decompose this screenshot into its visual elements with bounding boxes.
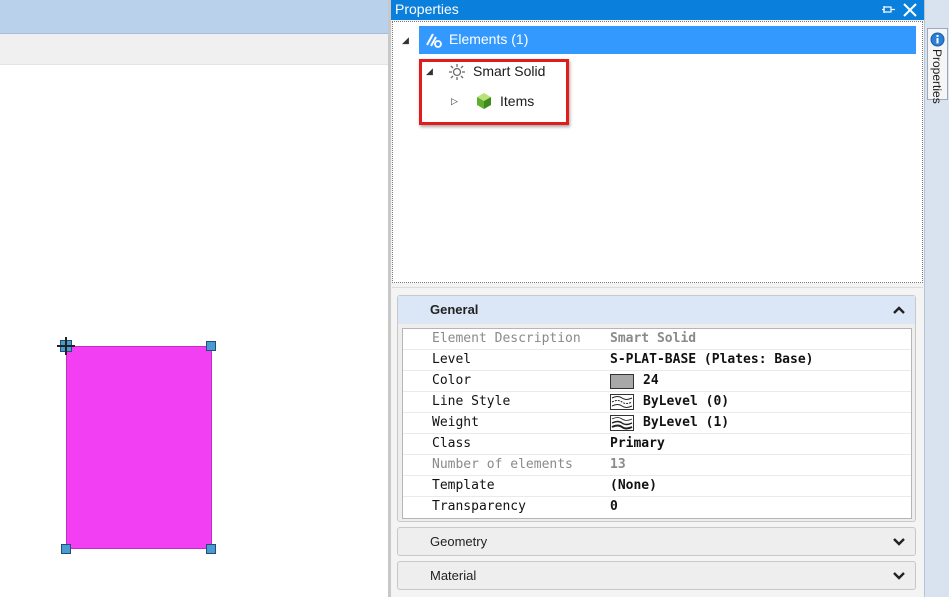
prop-value: 0 bbox=[610, 499, 618, 514]
properties-panel: Properties ◢ Elements (1) ◢ Smart Solid … bbox=[391, 0, 924, 597]
collapse-triangle-icon[interactable]: ◢ bbox=[402, 36, 409, 46]
corner-handle-top-right[interactable] bbox=[206, 341, 216, 351]
prop-row-transparency[interactable]: Transparency 0 bbox=[403, 497, 911, 518]
tree-item-items[interactable]: Items bbox=[471, 88, 571, 116]
side-tab-strip: Properties bbox=[924, 0, 949, 597]
properties-side-tab[interactable]: Properties bbox=[927, 28, 948, 104]
collapse-triangle-icon[interactable]: ◢ bbox=[426, 67, 433, 77]
elements-icon bbox=[426, 33, 442, 48]
general-property-grid: Element Description Smart Solid Level S-… bbox=[402, 328, 912, 519]
prop-name: Weight bbox=[432, 415, 479, 430]
selected-smart-solid-shape[interactable] bbox=[66, 346, 212, 549]
prop-row-line-style[interactable]: Line Style ByLevel (0) bbox=[403, 392, 911, 413]
section-label: Material bbox=[430, 568, 477, 583]
app-window: Properties ◢ Elements (1) ◢ Smart Solid … bbox=[0, 0, 949, 597]
tree-item-label: Elements (1) bbox=[449, 31, 529, 47]
items-cube-icon bbox=[477, 93, 491, 109]
prop-row-class[interactable]: Class Primary bbox=[403, 434, 911, 455]
prop-value: 24 bbox=[643, 373, 659, 388]
smart-solid-icon bbox=[449, 64, 465, 80]
prop-name: Class bbox=[432, 436, 472, 451]
info-icon bbox=[930, 32, 945, 47]
prop-name: Element Description bbox=[432, 331, 581, 346]
weight-icon bbox=[610, 415, 634, 431]
close-icon[interactable] bbox=[902, 2, 918, 18]
line-style-icon bbox=[610, 394, 634, 410]
chevron-up-icon[interactable] bbox=[893, 305, 905, 315]
prop-row-weight[interactable]: Weight ByLevel (1) bbox=[403, 413, 911, 434]
prop-value: Smart Solid bbox=[610, 331, 697, 346]
tree-item-label: Smart Solid bbox=[473, 63, 546, 79]
tree-item-elements[interactable]: Elements (1) bbox=[419, 26, 916, 54]
drawing-view[interactable] bbox=[0, 0, 388, 597]
prop-row-number-of-elements[interactable]: Number of elements 13 bbox=[403, 455, 911, 476]
tree-item-label: Items bbox=[500, 93, 535, 109]
section-general-header[interactable]: General bbox=[398, 296, 915, 324]
panel-header: Properties bbox=[391, 0, 924, 20]
section-label: Geometry bbox=[430, 534, 488, 549]
prop-name: Color bbox=[432, 373, 472, 388]
prop-name: Level bbox=[432, 352, 472, 367]
expand-triangle-icon[interactable]: ▷ bbox=[451, 97, 458, 107]
property-sections: General Element Description Smart Solid … bbox=[392, 287, 923, 597]
corner-handle-bottom-left[interactable] bbox=[61, 544, 71, 554]
section-general: General Element Description Smart Solid … bbox=[397, 295, 916, 522]
panel-title: Properties bbox=[395, 1, 459, 17]
prop-row-color[interactable]: Color 24 bbox=[403, 371, 911, 392]
prop-value: (None) bbox=[610, 478, 657, 493]
view-toolbar bbox=[0, 34, 388, 65]
prop-row-level[interactable]: Level S-PLAT-BASE (Plates: Base) bbox=[403, 350, 911, 371]
section-geometry-header[interactable]: Geometry bbox=[398, 528, 915, 556]
prop-name: Number of elements bbox=[432, 457, 573, 472]
chevron-down-icon[interactable] bbox=[893, 537, 905, 547]
origin-handle[interactable] bbox=[57, 337, 75, 355]
view-title-bar bbox=[0, 0, 388, 34]
section-geometry: Geometry bbox=[397, 527, 916, 556]
section-material-header[interactable]: Material bbox=[398, 562, 915, 590]
prop-name: Transparency bbox=[432, 499, 526, 514]
prop-value: ByLevel (0) bbox=[643, 394, 730, 409]
prop-value: 13 bbox=[610, 457, 626, 472]
element-tree[interactable]: ◢ Elements (1) ◢ Smart Solid ▷ Items bbox=[392, 21, 923, 283]
prop-value: S-PLAT-BASE (Plates: Base) bbox=[610, 352, 814, 367]
tree-item-smart-solid[interactable]: Smart Solid bbox=[445, 58, 585, 86]
prop-name: Line Style bbox=[432, 394, 511, 409]
prop-row-element-description[interactable]: Element Description Smart Solid bbox=[403, 329, 911, 350]
side-tab-label: Properties bbox=[930, 49, 944, 104]
pin-icon[interactable] bbox=[882, 3, 896, 17]
prop-name: Template bbox=[432, 478, 495, 493]
prop-value: Primary bbox=[610, 436, 665, 451]
prop-row-template[interactable]: Template (None) bbox=[403, 476, 911, 497]
color-swatch[interactable] bbox=[610, 374, 634, 389]
section-label: General bbox=[430, 302, 479, 317]
section-material: Material bbox=[397, 561, 916, 590]
prop-value: ByLevel (1) bbox=[643, 415, 730, 430]
chevron-down-icon[interactable] bbox=[893, 571, 905, 581]
corner-handle-bottom-right[interactable] bbox=[206, 544, 216, 554]
